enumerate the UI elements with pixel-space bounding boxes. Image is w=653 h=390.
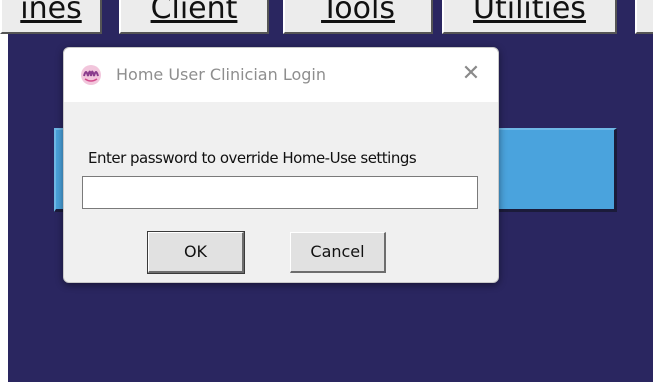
dialog-titlebar[interactable]: Home User Clinician Login ✕ [64,48,498,102]
close-icon[interactable]: ✕ [458,61,484,87]
menu-tab-overflow[interactable] [635,0,653,34]
menu-tab-label: Utilities [473,0,586,26]
dialog-title: Home User Clinician Login [116,65,326,84]
menu-tab-label: Tools [321,0,395,26]
password-input[interactable] [82,176,478,209]
menu-tab-utilities[interactable]: Utilities [442,0,617,34]
menu-tab-lines[interactable]: ines [0,0,102,34]
menu-tab-label: Client [150,0,238,26]
app-logo-icon [81,65,101,85]
menu-tab-label: ines [20,0,82,26]
password-prompt-label: Enter password to override Home-Use sett… [88,149,417,167]
menu-tab-client[interactable]: Client [119,0,269,34]
menu-tab-tools[interactable]: Tools [283,0,433,34]
ok-button[interactable]: OK [147,231,245,274]
clinician-login-dialog: Home User Clinician Login ✕ Enter passwo… [63,47,499,283]
cancel-button[interactable]: Cancel [290,232,386,273]
